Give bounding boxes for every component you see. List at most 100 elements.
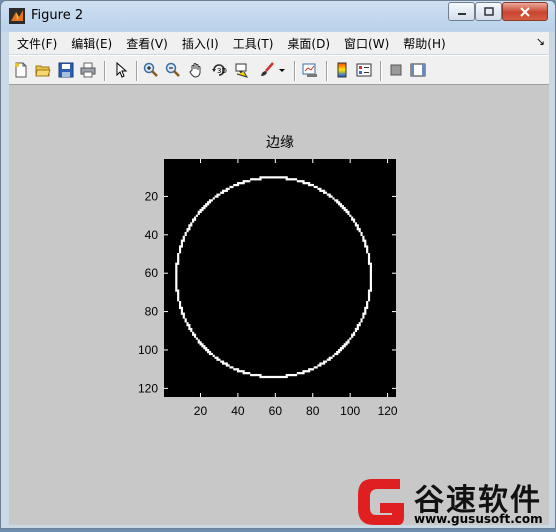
edge-pixel: [369, 274, 372, 277]
edge-pixel: [199, 343, 202, 346]
edge-pixel: [328, 195, 331, 198]
edge-pixel: [369, 264, 372, 267]
menu-view[interactable]: 查看(V): [118, 35, 174, 52]
edge-pixel: [240, 182, 243, 185]
edge-pixel: [367, 289, 371, 292]
edge-pixel: [178, 251, 182, 254]
edge-pixel: [349, 214, 352, 217]
legend-icon[interactable]: [355, 61, 373, 79]
edge-pixel: [235, 368, 238, 371]
edge-pixel: [242, 372, 245, 375]
edge-pixel: [354, 329, 358, 333]
edge-pixel: [175, 283, 178, 286]
edge-pixel: [347, 341, 350, 344]
link-plot-icon[interactable]: [301, 61, 319, 79]
edge-pixel: [207, 349, 210, 352]
minimize-button[interactable]: [448, 2, 475, 21]
edge-pixel: [268, 375, 271, 379]
edge-pixel: [369, 278, 372, 281]
edge-pixel: [317, 364, 320, 367]
edge-pixel: [177, 289, 180, 292]
edge-pixel: [338, 349, 341, 352]
edge-pixel: [175, 264, 178, 267]
edge-pixel: [236, 183, 240, 187]
edge-pixel: [192, 220, 195, 223]
y-tick-label: 60: [145, 266, 159, 280]
edge-pixel: [195, 337, 198, 340]
hide-plot-tools-icon[interactable]: [387, 61, 405, 79]
edge-pixel: [328, 193, 331, 196]
edge-pixel: [184, 318, 187, 321]
show-plot-tools-icon[interactable]: [409, 61, 427, 79]
edge-pixel: [323, 191, 326, 194]
edge-pixel: [336, 201, 339, 204]
edge-pixel: [233, 183, 236, 187]
edge-pixel: [214, 356, 217, 359]
edge-pixel: [302, 182, 305, 185]
edge-pixel: [366, 302, 369, 306]
edge-pixel: [339, 205, 343, 208]
edge-pixel: [366, 304, 369, 308]
edge-pixel: [362, 235, 365, 238]
edge-pixel: [248, 180, 251, 183]
zoom-out-icon[interactable]: [164, 61, 182, 79]
save-icon[interactable]: [57, 61, 75, 79]
edge-pixel: [236, 182, 240, 185]
edge-pixel: [302, 180, 305, 183]
edge-pixel: [362, 239, 365, 242]
edge-pixel: [175, 278, 178, 281]
pan-icon[interactable]: [187, 61, 205, 79]
new-figure-icon[interactable]: [12, 61, 30, 79]
edge-pixel: [199, 341, 202, 344]
colorbar-icon[interactable]: [333, 61, 351, 79]
edge-pixel: [351, 333, 354, 336]
menu-tools[interactable]: 工具(T): [225, 35, 280, 52]
edge-pixel: [328, 358, 331, 361]
edge-pixel: [210, 352, 213, 356]
edge-pixel: [369, 268, 372, 271]
edge-pixel: [180, 310, 184, 313]
menu-window[interactable]: 窗口(W): [336, 35, 395, 52]
edge-pixel: [356, 325, 359, 329]
edge-pixel: [287, 178, 290, 181]
edge-pixel: [300, 180, 303, 183]
figure-canvas: 边缘 20 40 60 80 100 120 20 40 60 80 100 120: [9, 85, 549, 525]
edge-pixel: [352, 331, 356, 334]
edge-pixel: [227, 187, 230, 191]
menu-insert[interactable]: 插入(I): [174, 35, 225, 52]
edge-pixel: [201, 343, 204, 346]
data-cursor-icon[interactable]: [233, 61, 251, 79]
pointer-icon[interactable]: [112, 61, 130, 79]
close-button[interactable]: [502, 2, 548, 21]
edge-pixel: [175, 272, 178, 275]
brush-dropdown-icon[interactable]: [277, 61, 287, 79]
edge-pixel: [190, 224, 193, 227]
edge-pixel: [193, 216, 197, 219]
edge-pixel: [285, 178, 288, 181]
edge-pixel: [223, 362, 227, 365]
menu-file[interactable]: 文件(F): [9, 35, 63, 52]
edge-pixel: [177, 254, 180, 258]
edge-pixel: [222, 189, 225, 192]
edge-pixel: [205, 203, 208, 206]
edge-pixel: [208, 199, 212, 202]
edge-pixel: [205, 205, 208, 208]
menu-help[interactable]: 帮助(H): [395, 35, 451, 52]
menu-edit[interactable]: 编辑(E): [63, 35, 118, 52]
edge-pixel: [328, 356, 331, 359]
edge-pixel: [229, 366, 232, 369]
menu-desktop[interactable]: 桌面(D): [279, 35, 336, 52]
print-icon[interactable]: [79, 61, 97, 79]
open-file-icon[interactable]: [34, 61, 52, 79]
edge-pixel: [203, 206, 206, 210]
zoom-in-icon[interactable]: [142, 61, 160, 79]
edge-pixel: [236, 368, 240, 371]
brush-icon[interactable]: [258, 61, 276, 79]
maximize-button[interactable]: [475, 2, 502, 21]
edge-pixel: [184, 320, 187, 323]
edge-pixel: [366, 247, 369, 250]
menu-dock-arrow-icon[interactable]: ↘: [536, 35, 545, 48]
edge-pixel: [190, 327, 193, 331]
rotate-3d-icon[interactable]: 3D: [210, 61, 228, 79]
edge-pixel: [367, 256, 371, 260]
